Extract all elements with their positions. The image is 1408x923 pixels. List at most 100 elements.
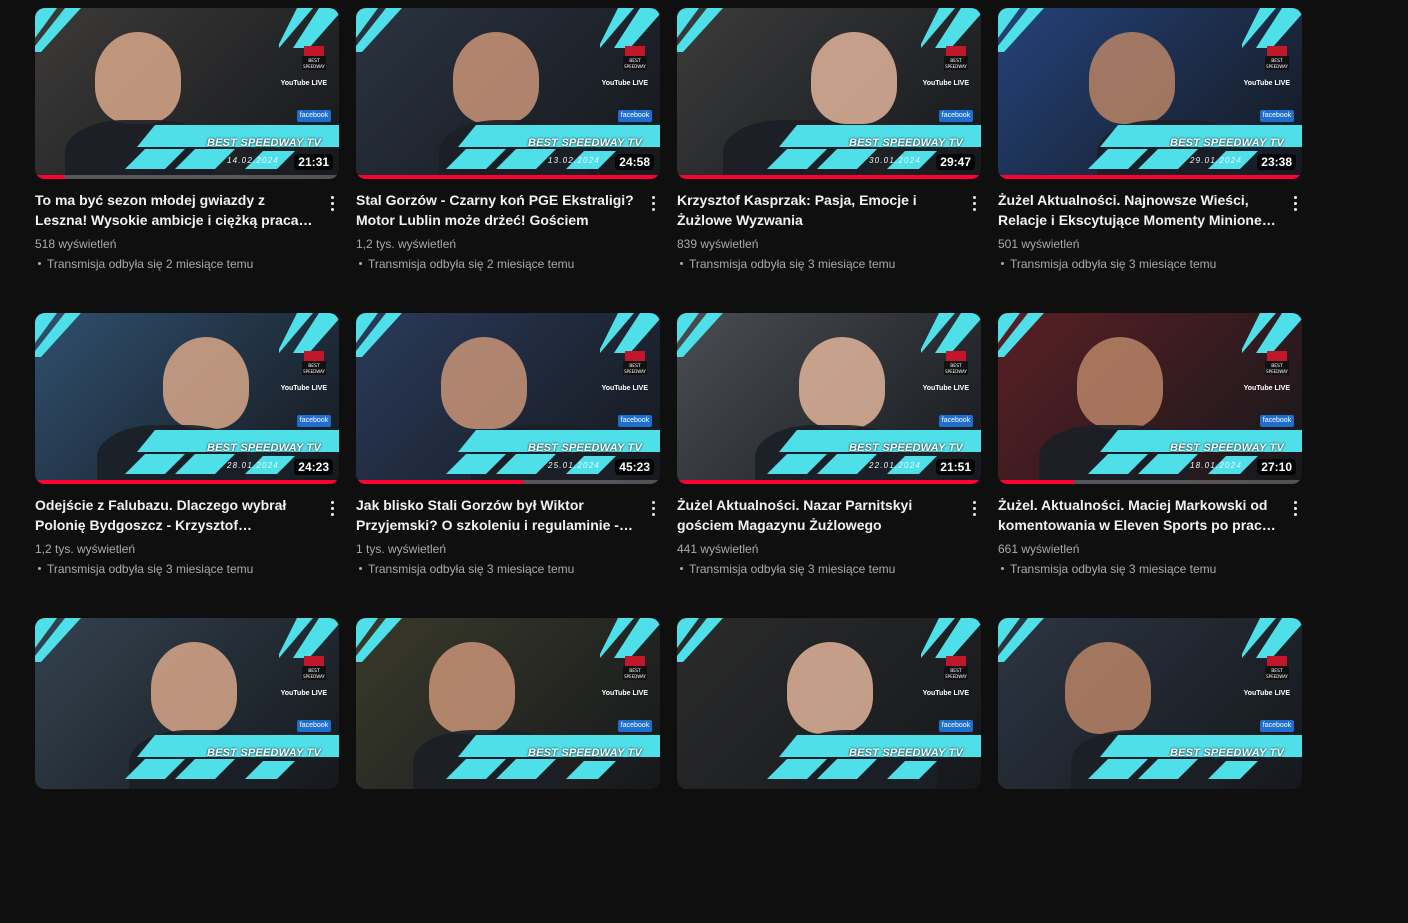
video-card[interactable]: BEST SPEEDWAY TV 13.02.2024 BEST SPEEDWA…	[356, 8, 660, 313]
video-meta: Żużel Aktualności. Nazar Parnitskyi gośc…	[677, 484, 981, 577]
svg-text:SPEEDWAY: SPEEDWAY	[1266, 64, 1288, 69]
view-count: 501 wyświetleń	[998, 237, 1080, 251]
video-card[interactable]: BEST SPEEDWAY TV 25.01.2024 BEST SPEEDWA…	[356, 313, 660, 618]
video-title[interactable]: Odejście z Falubazu. Dlaczego wybrał Pol…	[35, 495, 317, 535]
video-title[interactable]: To ma być sezon młodej gwiazdy z Leszna!…	[35, 190, 317, 230]
video-meta: Jak blisko Stali Gorzów był Wiktor Przyj…	[356, 484, 660, 577]
video-title[interactable]: Żużel Aktualności. Najnowsze Wieści, Rel…	[998, 190, 1280, 230]
accent-stripes	[35, 313, 81, 357]
video-card[interactable]: BEST SPEEDWAY TV BEST SPEEDWAY YouTube L…	[677, 618, 981, 923]
brand-text: BEST SPEEDWAY TV	[848, 137, 963, 149]
video-card[interactable]: BEST SPEEDWAY TV 28.01.2024 BEST SPEEDWA…	[35, 313, 339, 618]
stream-date: 18.01.2024	[1189, 461, 1242, 470]
video-title[interactable]: Stal Gorzów - Czarny koń PGE Ekstraligi?…	[356, 190, 638, 230]
video-duration: 29:47	[936, 154, 975, 170]
stream-time-text: Transmisja odbyła się 3 miesiące temu	[1010, 562, 1217, 576]
video-meta	[356, 789, 660, 800]
more-options-icon[interactable]	[1288, 193, 1302, 213]
svg-text:SPEEDWAY: SPEEDWAY	[303, 64, 325, 69]
video-card[interactable]: BEST SPEEDWAY TV BEST SPEEDWAY YouTube L…	[998, 618, 1302, 923]
brand-text: BEST SPEEDWAY TV	[1169, 747, 1284, 759]
video-thumbnail[interactable]: BEST SPEEDWAY TV 28.01.2024 BEST SPEEDWA…	[35, 313, 339, 484]
more-options-icon[interactable]	[967, 193, 981, 213]
channel-logo-icon: BEST SPEEDWAY	[944, 656, 968, 680]
accent-stripes	[921, 313, 981, 353]
video-title[interactable]: Żużel. Aktualności. Maciej Markowski od …	[998, 495, 1280, 535]
brand-text: BEST SPEEDWAY TV	[1169, 137, 1284, 149]
svg-text:SPEEDWAY: SPEEDWAY	[945, 64, 967, 69]
more-options-icon[interactable]	[646, 498, 660, 518]
facebook-badge: facebook	[297, 415, 331, 427]
channel-logo-icon: BEST SPEEDWAY	[1265, 656, 1289, 680]
svg-text:SPEEDWAY: SPEEDWAY	[303, 369, 325, 374]
view-count: 1,2 tys. wyświetleń	[35, 542, 136, 556]
video-title[interactable]: Żużel Aktualności. Nazar Parnitskyi gośc…	[677, 495, 959, 535]
video-thumbnail[interactable]: BEST SPEEDWAY TV 18.01.2024 BEST SPEEDWA…	[998, 313, 1302, 484]
stream-time: Transmisja odbyła się 3 miesiące temu	[998, 561, 1302, 577]
accent-stripes	[1242, 618, 1302, 658]
video-title[interactable]: Krzysztof Kasprzak: Pasja, Emocje i Żużl…	[677, 190, 959, 230]
more-options-icon[interactable]	[325, 193, 339, 213]
video-thumbnail[interactable]: BEST SPEEDWAY TV BEST SPEEDWAY YouTube L…	[356, 618, 660, 789]
more-options-icon[interactable]	[646, 193, 660, 213]
youtube-live-badge: YouTube LIVE	[280, 690, 327, 697]
brand-text: BEST SPEEDWAY TV	[848, 747, 963, 759]
more-options-icon[interactable]	[325, 498, 339, 518]
video-card[interactable]: BEST SPEEDWAY TV 22.01.2024 BEST SPEEDWA…	[677, 313, 981, 618]
channel-logo-icon: BEST SPEEDWAY	[944, 351, 968, 375]
video-thumbnail[interactable]: BEST SPEEDWAY TV 14.02.2024 BEST SPEEDWA…	[35, 8, 339, 179]
video-card[interactable]: BEST SPEEDWAY TV 14.02.2024 BEST SPEEDWA…	[35, 8, 339, 313]
more-options-icon[interactable]	[967, 498, 981, 518]
video-card[interactable]: BEST SPEEDWAY TV BEST SPEEDWAY YouTube L…	[35, 618, 339, 923]
accent-stripes	[600, 313, 660, 353]
svg-text:SPEEDWAY: SPEEDWAY	[1266, 369, 1288, 374]
video-thumbnail[interactable]: BEST SPEEDWAY TV 29.01.2024 BEST SPEEDWA…	[998, 8, 1302, 179]
video-meta: Odejście z Falubazu. Dlaczego wybrał Pol…	[35, 484, 339, 577]
video-card[interactable]: BEST SPEEDWAY TV BEST SPEEDWAY YouTube L…	[356, 618, 660, 923]
accent-stripes	[279, 618, 339, 658]
accent-stripes	[600, 618, 660, 658]
channel-logo-icon: BEST SPEEDWAY	[302, 351, 326, 375]
svg-text:SPEEDWAY: SPEEDWAY	[624, 64, 646, 69]
brand-text: BEST SPEEDWAY TV	[206, 442, 321, 454]
view-count: 661 wyświetleń	[998, 542, 1080, 556]
video-card[interactable]: BEST SPEEDWAY TV 30.01.2024 BEST SPEEDWA…	[677, 8, 981, 313]
channel-logo-icon: BEST SPEEDWAY	[302, 46, 326, 70]
video-card[interactable]: BEST SPEEDWAY TV 18.01.2024 BEST SPEEDWA…	[998, 313, 1302, 618]
stream-date: 14.02.2024	[226, 156, 279, 165]
brand-text: BEST SPEEDWAY TV	[848, 442, 963, 454]
youtube-live-badge: YouTube LIVE	[922, 385, 969, 392]
accent-stripes	[356, 618, 402, 662]
accent-stripes	[600, 8, 660, 48]
youtube-live-badge: YouTube LIVE	[280, 80, 327, 87]
video-thumbnail[interactable]: BEST SPEEDWAY TV 25.01.2024 BEST SPEEDWA…	[356, 313, 660, 484]
video-title[interactable]: Jak blisko Stali Gorzów był Wiktor Przyj…	[356, 495, 638, 535]
video-grid: BEST SPEEDWAY TV 14.02.2024 BEST SPEEDWA…	[35, 8, 1302, 923]
svg-text:SPEEDWAY: SPEEDWAY	[624, 674, 646, 679]
more-options-icon[interactable]	[1288, 498, 1302, 518]
svg-text:SPEEDWAY: SPEEDWAY	[624, 369, 646, 374]
video-thumbnail[interactable]: BEST SPEEDWAY TV 22.01.2024 BEST SPEEDWA…	[677, 313, 981, 484]
svg-text:SPEEDWAY: SPEEDWAY	[945, 369, 967, 374]
video-thumbnail[interactable]: BEST SPEEDWAY TV BEST SPEEDWAY YouTube L…	[998, 618, 1302, 789]
facebook-badge: facebook	[939, 415, 973, 427]
facebook-badge: facebook	[1260, 720, 1294, 732]
accent-stripes	[998, 8, 1044, 52]
accent-stripes	[677, 618, 723, 662]
accent-stripes	[677, 8, 723, 52]
video-meta	[998, 789, 1302, 800]
video-card[interactable]: BEST SPEEDWAY TV 29.01.2024 BEST SPEEDWA…	[998, 8, 1302, 313]
youtube-live-badge: YouTube LIVE	[1243, 385, 1290, 392]
video-thumbnail[interactable]: BEST SPEEDWAY TV BEST SPEEDWAY YouTube L…	[35, 618, 339, 789]
channel-logo-icon: BEST SPEEDWAY	[623, 351, 647, 375]
accent-stripes	[35, 8, 81, 52]
video-thumbnail[interactable]: BEST SPEEDWAY TV 30.01.2024 BEST SPEEDWA…	[677, 8, 981, 179]
video-thumbnail[interactable]: BEST SPEEDWAY TV 13.02.2024 BEST SPEEDWA…	[356, 8, 660, 179]
accent-stripes	[1242, 313, 1302, 353]
facebook-badge: facebook	[297, 110, 331, 122]
video-thumbnail[interactable]: BEST SPEEDWAY TV BEST SPEEDWAY YouTube L…	[677, 618, 981, 789]
video-duration: 23:38	[1257, 154, 1296, 170]
video-meta	[677, 789, 981, 800]
view-count: 441 wyświetleń	[677, 542, 759, 556]
channel-logo-icon: BEST SPEEDWAY	[623, 656, 647, 680]
